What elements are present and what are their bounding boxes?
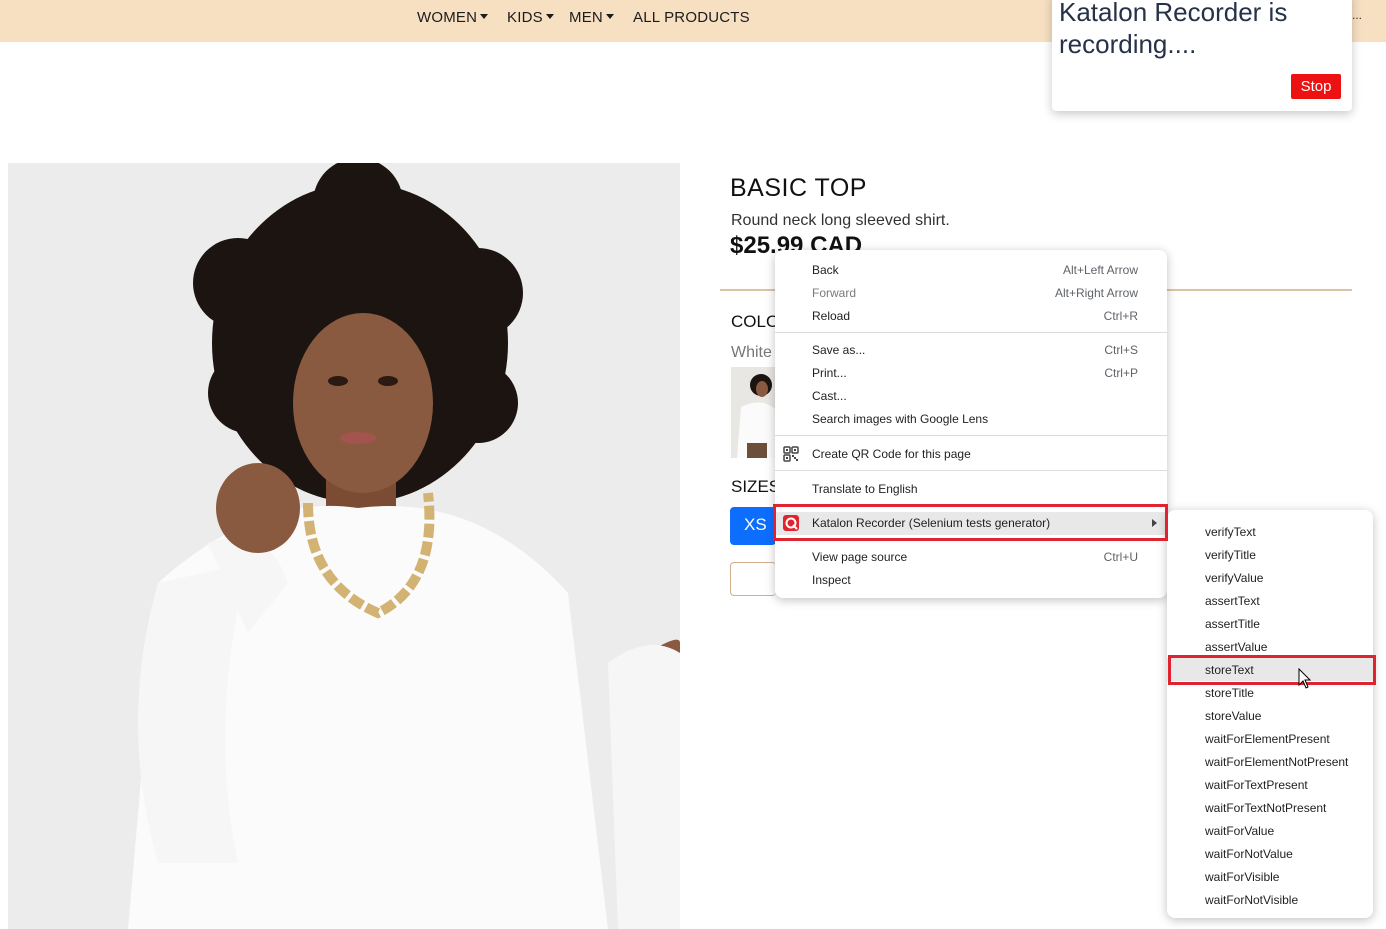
qr-code-icon <box>783 446 799 462</box>
menu-create-qr-label: Create QR Code for this page <box>812 447 971 461</box>
model-photo-illustration <box>8 163 680 929</box>
menu-reload[interactable]: Reload Ctrl+R <box>775 305 1167 328</box>
menu-google-lens[interactable]: Search images with Google Lens <box>775 408 1167 431</box>
caret-down-icon <box>545 14 554 19</box>
submenu-item-waitforelementnotpresent[interactable]: waitForElementNotPresent <box>1167 750 1373 773</box>
menu-save-as-label: Save as... <box>812 343 866 357</box>
menu-cast-label: Cast... <box>812 389 847 403</box>
menu-back-shortcut: Alt+Left Arrow <box>1062 263 1138 277</box>
menu-back-label: Back <box>812 263 839 277</box>
swatch-image <box>731 367 775 458</box>
menu-reload-shortcut: Ctrl+R <box>1103 309 1138 323</box>
menu-forward[interactable]: Forward Alt+Right Arrow <box>775 282 1167 305</box>
submenu-item-label: waitForNotVisible <box>1205 893 1299 907</box>
menu-google-lens-label: Search images with Google Lens <box>812 412 989 426</box>
submenu-item-waitfornotvalue[interactable]: waitForNotValue <box>1167 842 1373 865</box>
submenu-item-label: verifyText <box>1205 525 1256 539</box>
nav-kids-label: KIDS <box>507 9 543 26</box>
sizes-heading: SIZES <box>731 477 781 496</box>
submenu-item-label: waitForElementNotPresent <box>1205 755 1349 769</box>
submenu-item-label: assertText <box>1205 594 1260 608</box>
menu-view-source-shortcut: Ctrl+U <box>1103 550 1138 564</box>
submenu-item-waitforvisible[interactable]: waitForVisible <box>1167 865 1373 888</box>
product-description: Round neck long sleeved shirt. <box>731 212 950 229</box>
submenu-item-verifytext[interactable]: verifyText <box>1167 520 1373 543</box>
nav-women[interactable]: WOMEN <box>417 9 489 26</box>
annotation-highlight-storetext <box>1168 655 1376 685</box>
nav-overflow[interactable]: ... <box>1352 8 1362 22</box>
submenu-item-asserttext[interactable]: assertText <box>1167 589 1373 612</box>
menu-inspect[interactable]: Inspect <box>775 569 1167 592</box>
color-swatch-thumbnail[interactable] <box>731 367 775 458</box>
nav-men-label: MEN <box>569 9 603 26</box>
submenu-item-asserttitle[interactable]: assertTitle <box>1167 612 1373 635</box>
color-value: White <box>731 344 772 361</box>
product-image <box>8 163 680 929</box>
submenu-item-label: waitForTextPresent <box>1205 778 1308 792</box>
submenu-item-label: waitForNotValue <box>1205 847 1293 861</box>
nav-women-label: WOMEN <box>417 9 478 26</box>
submenu-item-label: assertTitle <box>1205 617 1260 631</box>
nav-all-products[interactable]: ALL PRODUCTS <box>633 9 750 26</box>
menu-print-label: Print... <box>812 366 847 380</box>
submenu-item-label: waitForElementPresent <box>1205 732 1330 746</box>
recorder-popup: Katalon Recorder is recording.... Stop <box>1052 0 1352 111</box>
submenu-item-storevalue[interactable]: storeValue <box>1167 704 1373 727</box>
menu-save-as[interactable]: Save as... Ctrl+S <box>775 339 1167 362</box>
stop-recording-button[interactable]: Stop <box>1291 74 1341 99</box>
submenu-item-label: assertValue <box>1205 640 1268 654</box>
menu-cast[interactable]: Cast... <box>775 385 1167 408</box>
menu-reload-label: Reload <box>812 309 851 323</box>
browser-context-menu: Back Alt+Left Arrow Forward Alt+Right Ar… <box>775 250 1167 598</box>
nav-kids[interactable]: KIDS <box>507 9 554 26</box>
menu-separator <box>775 332 1167 333</box>
size-xs-button[interactable]: XS <box>730 507 776 545</box>
menu-save-as-shortcut: Ctrl+S <box>1104 343 1138 357</box>
annotation-highlight-katalon <box>773 504 1168 541</box>
nav-men[interactable]: MEN <box>569 9 614 26</box>
menu-translate[interactable]: Translate to English <box>775 478 1167 501</box>
submenu-item-label: waitForValue <box>1205 824 1275 838</box>
menu-view-source[interactable]: View page source Ctrl+U <box>775 546 1167 569</box>
add-to-cart-button[interactable] <box>730 562 776 596</box>
submenu-item-label: verifyTitle <box>1205 548 1256 562</box>
menu-translate-label: Translate to English <box>812 482 918 496</box>
katalon-submenu: verifyText verifyTitle verifyValue asser… <box>1167 510 1373 918</box>
submenu-item-label: storeValue <box>1205 709 1262 723</box>
menu-view-source-label: View page source <box>812 550 908 564</box>
menu-inspect-label: Inspect <box>812 573 851 587</box>
menu-separator <box>775 470 1167 471</box>
submenu-item-verifytitle[interactable]: verifyTitle <box>1167 543 1373 566</box>
submenu-item-label: waitForVisible <box>1205 870 1280 884</box>
menu-print-shortcut: Ctrl+P <box>1104 366 1138 380</box>
menu-back[interactable]: Back Alt+Left Arrow <box>775 259 1167 282</box>
menu-create-qr[interactable]: Create QR Code for this page <box>775 443 1167 466</box>
menu-print[interactable]: Print... Ctrl+P <box>775 362 1167 385</box>
caret-down-icon <box>605 14 614 19</box>
menu-forward-label: Forward <box>812 286 857 300</box>
caret-down-icon <box>480 14 489 19</box>
recorder-status-text: Katalon Recorder is recording.... <box>1059 0 1288 59</box>
menu-separator <box>775 435 1167 436</box>
submenu-item-waitforvalue[interactable]: waitForValue <box>1167 819 1373 842</box>
submenu-item-waitfortextpresent[interactable]: waitForTextPresent <box>1167 773 1373 796</box>
submenu-item-waitfornotvisible[interactable]: waitForNotVisible <box>1167 888 1373 911</box>
product-title: BASIC TOP <box>730 174 867 202</box>
submenu-item-waitforelementpresent[interactable]: waitForElementPresent <box>1167 727 1373 750</box>
mouse-cursor-icon <box>1298 668 1312 689</box>
submenu-item-waitfortextnotpresent[interactable]: waitForTextNotPresent <box>1167 796 1373 819</box>
submenu-item-verifyvalue[interactable]: verifyValue <box>1167 566 1373 589</box>
submenu-item-label: waitForTextNotPresent <box>1205 801 1327 815</box>
submenu-item-label: storeTitle <box>1205 686 1254 700</box>
submenu-item-label: verifyValue <box>1205 571 1264 585</box>
menu-forward-shortcut: Alt+Right Arrow <box>1054 286 1138 300</box>
